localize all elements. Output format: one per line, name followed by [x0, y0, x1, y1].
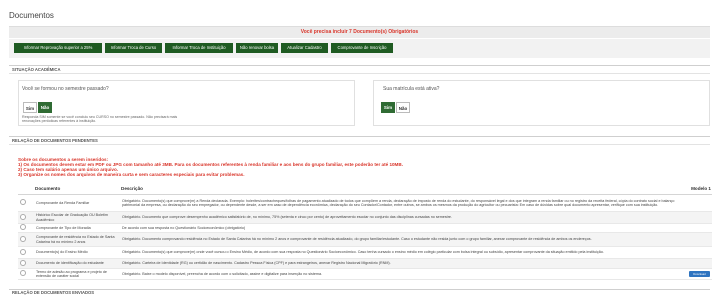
instruction-line-3: 3) Organize os nomes dos arquivos de man… [18, 172, 245, 177]
row-select-radio[interactable] [20, 213, 26, 220]
table-row: Comprovante da Renda Familiar Obrigatóri… [18, 194, 712, 212]
document-name: Documento(s) do Ensino Médio [34, 246, 120, 259]
row-select-radio[interactable] [20, 235, 26, 242]
table-row: Comprovante de residência no Estado de S… [18, 232, 712, 247]
change-institution-button[interactable]: Informar Troca de Instituição [165, 43, 233, 53]
enrollment-yes-toggle[interactable]: Sim [381, 102, 395, 113]
update-registration-button[interactable]: Atualizar Cadastro [281, 43, 328, 53]
pending-documents-table: Documento Descrição Modelo 1 Comprovante… [18, 183, 712, 280]
document-description: Obrigatório. Baixe o modelo disponível, … [120, 268, 680, 280]
enrollment-no-toggle[interactable]: Não [396, 102, 410, 113]
table-row: Documento(s) do Ensino Médio Obrigatório… [18, 246, 712, 259]
row-select-radio[interactable] [20, 199, 26, 206]
column-header-documento: Documento [34, 183, 120, 195]
row-select-radio[interactable] [20, 259, 26, 266]
row-select-radio[interactable] [20, 224, 26, 231]
row-select-radio[interactable] [20, 270, 26, 277]
document-name: Comprovante de residência no Estado de S… [34, 232, 120, 247]
column-header-modelo: Modelo 1 [680, 183, 712, 195]
pending-documents-header: RELAÇÃO DE DOCUMENTOS PENDENTES [9, 136, 710, 145]
graduation-no-toggle[interactable]: Não [38, 102, 52, 113]
table-row: Comprovante de Tipo de Moradia De acordo… [18, 223, 712, 233]
document-description: De acordo com sua resposta no Questionár… [120, 223, 680, 233]
report-failure-button[interactable]: Informar Reprovação superior a 25% [14, 43, 102, 53]
graduation-yes-toggle[interactable]: Sim [23, 102, 37, 113]
document-description: Obrigatório. Carteira de Identidade (RG)… [120, 258, 680, 269]
table-row: Termo de adesão ao programa e projeto de… [18, 268, 712, 280]
do-not-renew-button[interactable]: Não renovar bolsa [236, 43, 278, 53]
document-name: Comprovante da Renda Familiar [34, 194, 120, 212]
document-name: Comprovante de Tipo de Moradia [34, 223, 120, 233]
graduation-help-note: Responda SIM somente se você concluiu se… [22, 115, 178, 123]
page-title: Documentos [9, 11, 54, 20]
action-toolbar: Informar Reprovação superior a 25% Infor… [9, 39, 710, 58]
enrollment-question-panel: Sua matrícula está ativa? Sim Não [373, 80, 710, 126]
document-description: Obrigatório. Documento comprovando resid… [120, 232, 680, 247]
change-course-button[interactable]: Informar Troca de Curso [105, 43, 162, 53]
registration-receipt-button[interactable]: Comprovante de Inscrição [331, 43, 393, 53]
document-name: Documento de identificação do estudante [34, 258, 120, 269]
missing-documents-alert: Você precisa incluir 7 Documento(s) Obri… [9, 26, 710, 38]
column-header-descricao: Descrição [120, 183, 680, 195]
row-select-radio[interactable] [20, 248, 26, 255]
graduation-question-label: Você se formou no semestre passado? [22, 86, 109, 92]
document-description: Obrigatório. Documento que comprove dese… [120, 211, 680, 224]
document-description: Obrigatório. Documento(s) que comprove(m… [120, 194, 680, 212]
enrollment-question-label: Sua matrícula está ativa? [383, 86, 440, 92]
table-row: Histórico Escolar de Graduação OU Boleti… [18, 211, 712, 224]
sent-documents-header: RELAÇÃO DE DOCUMENTOS ENVIADOS [9, 289, 710, 296]
document-name: Histórico Escolar de Graduação OU Boleti… [34, 211, 120, 224]
table-row: Documento de identificação do estudante … [18, 258, 712, 269]
document-name: Termo de adesão ao programa e projeto de… [34, 268, 120, 280]
graduation-question-panel: Você se formou no semestre passado? Sim … [18, 80, 355, 126]
academic-situation-header: SITUAÇÃO ACADÊMICA [9, 65, 710, 74]
document-description: Obrigatório. Documento(s) que comprove(m… [120, 246, 680, 259]
download-template-button[interactable]: Download [689, 271, 710, 277]
